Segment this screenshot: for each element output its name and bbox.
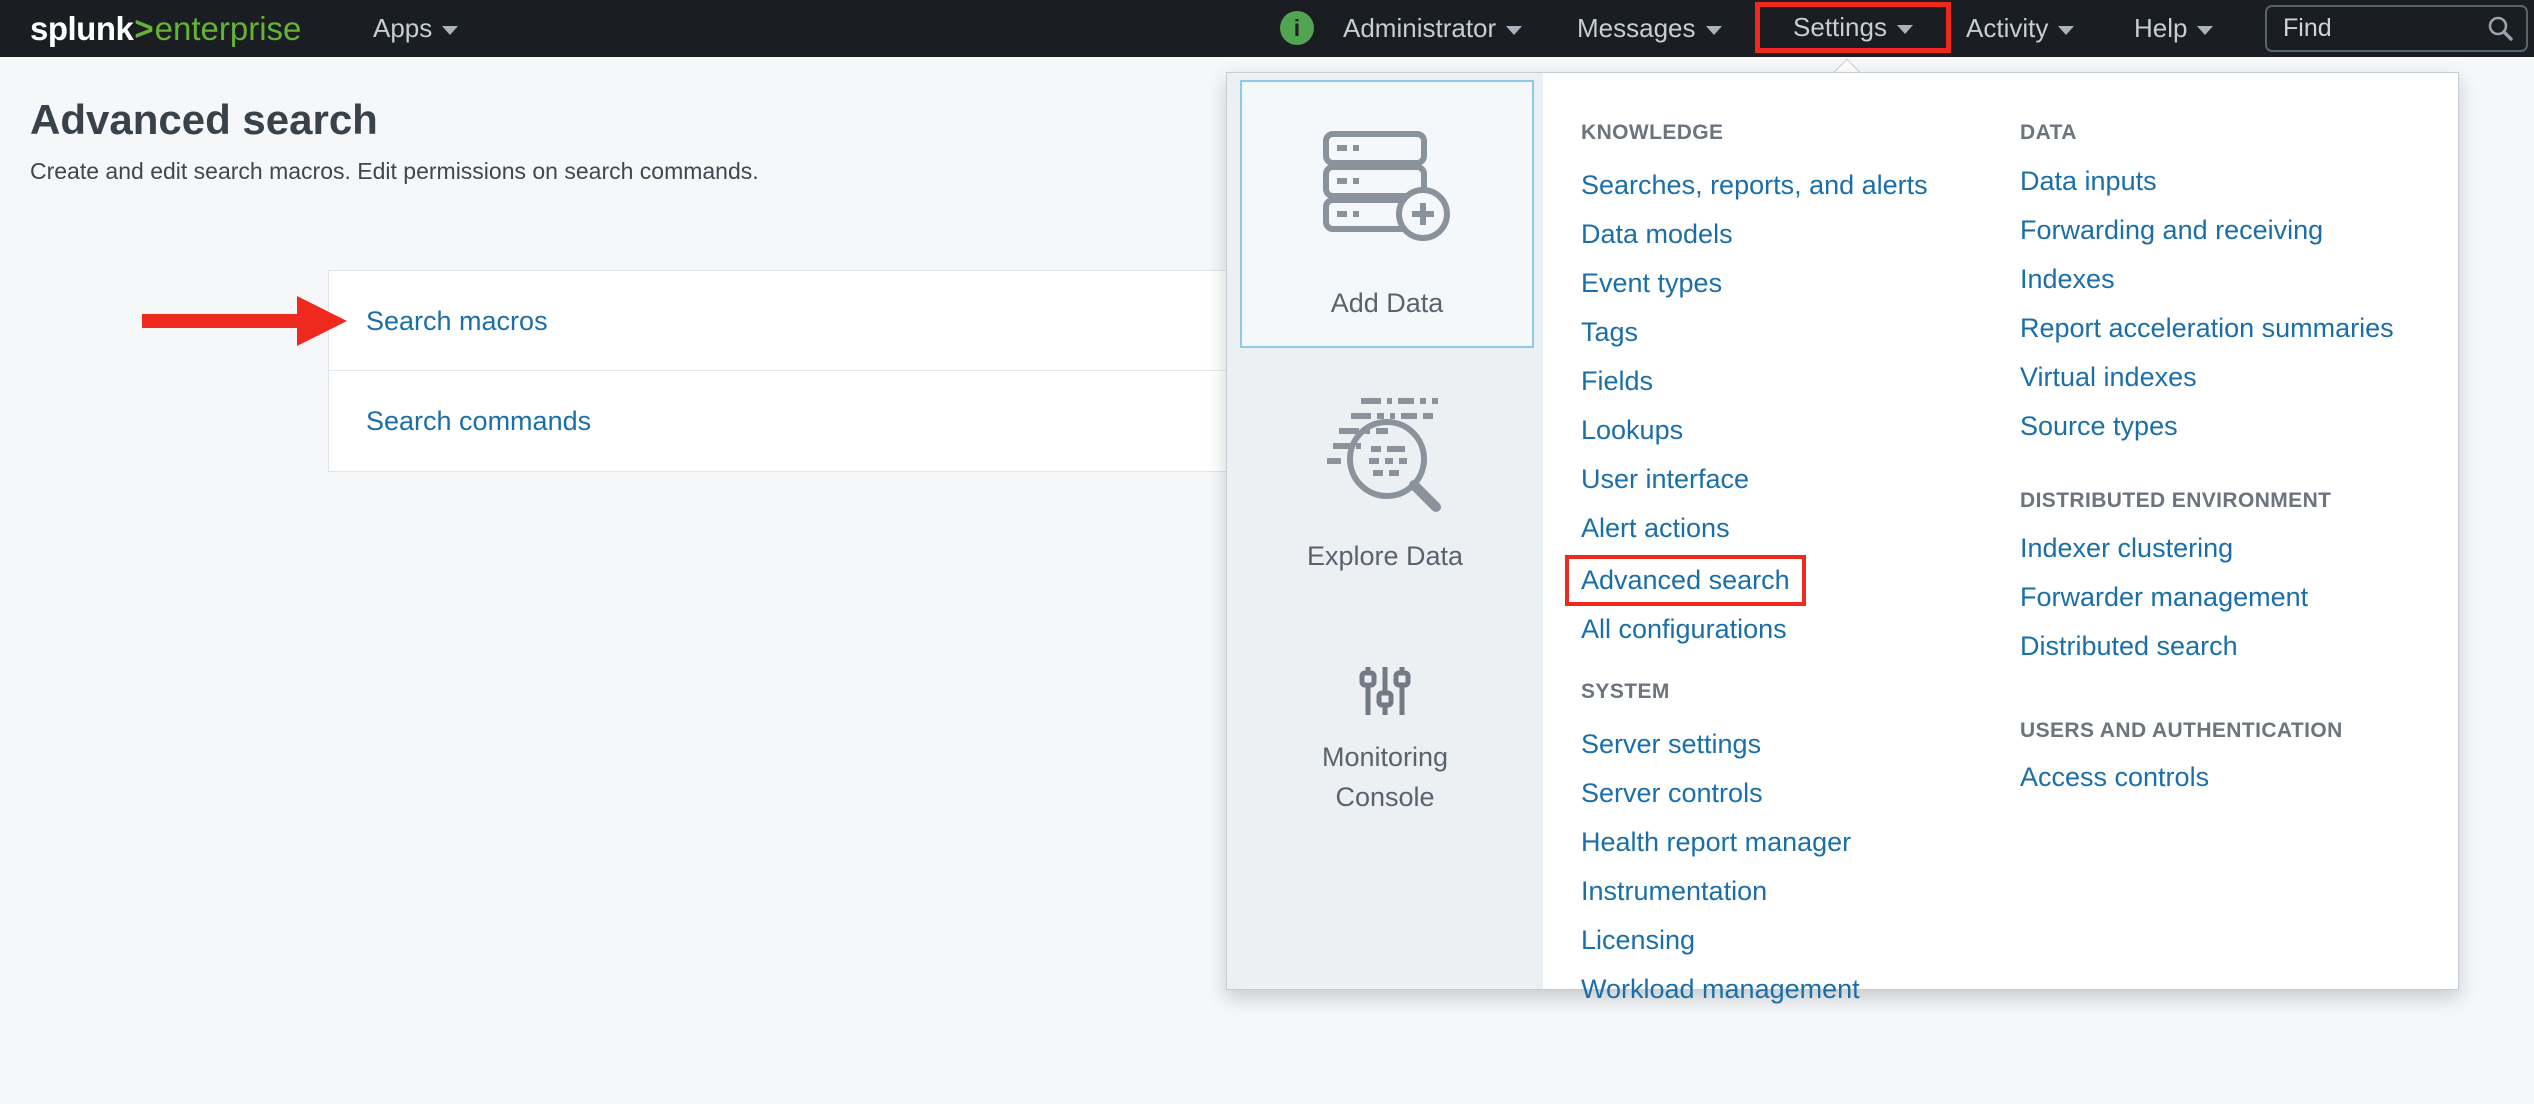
add-data-icon [1322,130,1452,242]
menu-link-data-models[interactable]: Data models [1581,219,1733,249]
data-link-list: Data inputs Forwarding and receiving Ind… [2020,159,2460,453]
nav-messages-menu[interactable]: Messages [1577,0,1722,57]
add-data-tile[interactable]: Add Data [1240,80,1534,348]
menu-link-server-settings[interactable]: Server settings [1581,729,1761,759]
section-title-distributed-environment: DISTRIBUTED ENVIRONMENT [2020,489,2460,513]
menu-link-source-types[interactable]: Source types [2020,411,2178,441]
menu-link-all-configurations[interactable]: All configurations [1581,614,1787,644]
page-title: Advanced search [30,96,378,144]
menu-link-lookups[interactable]: Lookups [1581,415,1683,445]
find-search-input[interactable] [2267,14,2486,43]
chevron-down-icon [1506,26,1522,35]
add-data-label: Add Data [1242,288,1532,319]
find-search-box[interactable] [2265,5,2528,52]
section-title-users-authentication: USERS AND AUTHENTICATION [2020,719,2460,743]
nav-activity-label: Activity [1966,13,2048,44]
menu-link-tags[interactable]: Tags [1581,317,1638,347]
nav-help-menu[interactable]: Help [2134,0,2213,57]
chevron-down-icon [2197,26,2213,35]
dropdown-column-knowledge-system: KNOWLEDGE Searches, reports, and alerts … [1581,121,2011,1016]
nav-activity-menu[interactable]: Activity [1966,0,2074,57]
dropdown-column-data-distributed-users: DATA Data inputs Forwarding and receivin… [2020,121,2460,804]
menu-link-indexes[interactable]: Indexes [2020,264,2115,294]
splunk-app: splunk > enterprise Apps i Administrator… [0,0,2534,1104]
menu-link-server-controls[interactable]: Server controls [1581,778,1763,808]
menu-link-report-acceleration-summaries[interactable]: Report acceleration summaries [2020,313,2394,343]
explore-data-icon [1323,393,1447,519]
menu-link-health-report-manager[interactable]: Health report manager [1581,827,1851,857]
section-title-knowledge: KNOWLEDGE [1581,121,2011,145]
explore-data-label: Explore Data [1227,541,1543,572]
menu-link-forwarder-management[interactable]: Forwarder management [2020,582,2308,612]
menu-link-data-inputs[interactable]: Data inputs [2020,166,2157,196]
menu-link-indexer-clustering[interactable]: Indexer clustering [2020,533,2233,563]
section-title-system: SYSTEM [1581,680,2011,704]
nav-help-label: Help [2134,13,2187,44]
nav-settings-menu-highlighted[interactable]: Settings [1755,2,1951,53]
menu-link-licensing[interactable]: Licensing [1581,925,1695,955]
menu-link-event-types[interactable]: Event types [1581,268,1722,298]
chevron-down-icon [442,26,458,35]
chevron-down-icon [1897,25,1913,34]
menu-link-access-controls[interactable]: Access controls [2020,762,2209,792]
knowledge-link-list: Searches, reports, and alerts Data model… [1581,163,2011,656]
menu-link-user-interface[interactable]: User interface [1581,464,1749,494]
nav-apps-label: Apps [373,13,432,44]
chevron-down-icon [1706,26,1722,35]
annotation-arrow-icon [297,296,347,346]
distributed-link-list: Indexer clustering Forwarder management … [2020,526,2460,673]
info-icon-glyph: i [1294,15,1300,42]
logo-splunk-text: splunk [30,10,133,48]
nav-administrator-label: Administrator [1343,13,1496,44]
nav-apps-menu[interactable]: Apps [373,0,458,57]
monitoring-console-label: Monitoring Console [1227,737,1543,817]
menu-link-searches-reports-alerts[interactable]: Searches, reports, and alerts [1581,170,1928,200]
menu-link-virtual-indexes[interactable]: Virtual indexes [2020,362,2197,392]
nav-messages-label: Messages [1577,13,1696,44]
splunk-enterprise-logo[interactable]: splunk > enterprise [30,0,301,57]
settings-dropdown-panel: Add Data [1226,72,2459,990]
menu-link-forwarding-receiving[interactable]: Forwarding and receiving [2020,215,2323,245]
users-link-list: Access controls [2020,755,2460,804]
menu-link-workload-management[interactable]: Workload management [1581,974,1860,1004]
menu-link-distributed-search[interactable]: Distributed search [2020,631,2238,661]
monitoring-console-icon [1359,665,1411,717]
menu-link-instrumentation[interactable]: Instrumentation [1581,876,1767,906]
info-icon[interactable]: i [1280,11,1314,45]
logo-gt-glyph: > [134,10,153,48]
dropdown-tile-column: Add Data [1227,73,1543,989]
nav-settings-label: Settings [1793,12,1887,43]
section-title-data: DATA [2020,121,2460,145]
menu-link-advanced-search-highlighted[interactable]: Advanced search [1565,555,1806,606]
nav-administrator-menu[interactable]: Administrator [1343,0,1522,57]
menu-link-fields[interactable]: Fields [1581,366,1653,396]
search-icon [2486,15,2514,43]
system-link-list: Server settings Server controls Health r… [1581,722,2011,1016]
top-navigation-bar: splunk > enterprise Apps i Administrator… [0,0,2534,57]
chevron-down-icon [2058,26,2074,35]
page-subtitle: Create and edit search macros. Edit perm… [30,158,759,185]
annotation-arrow-shaft [142,314,300,328]
menu-link-alert-actions[interactable]: Alert actions [1581,513,1730,543]
logo-enterprise-text: enterprise [155,10,302,48]
